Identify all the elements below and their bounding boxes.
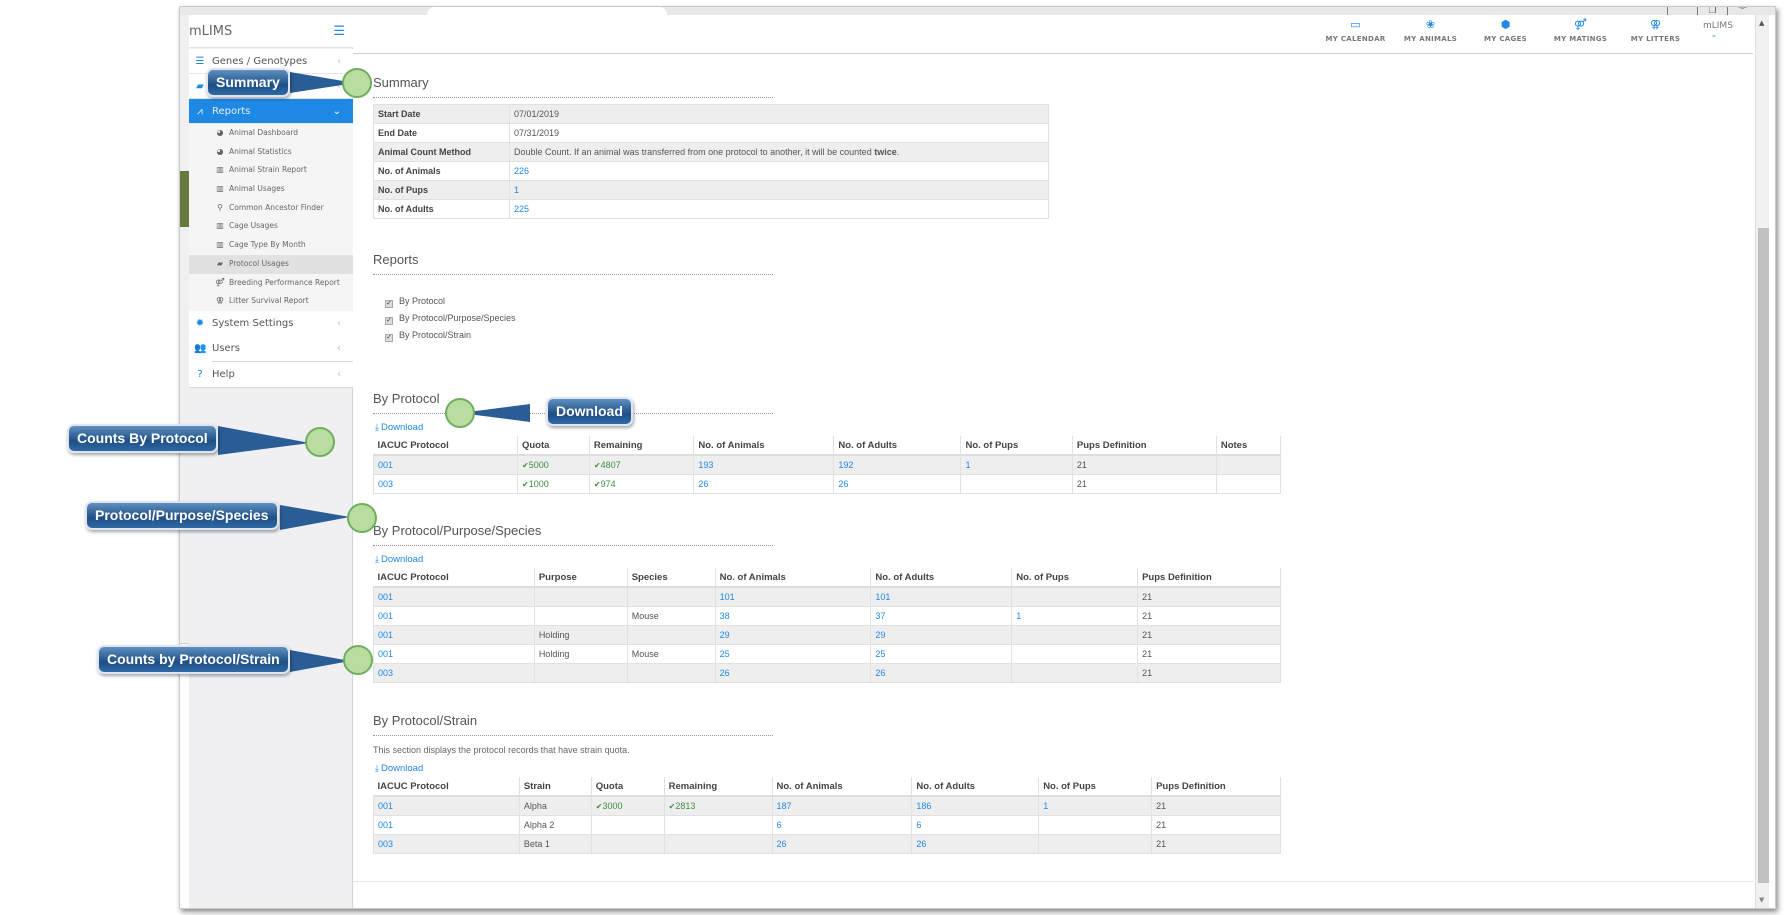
marker-purpose-species — [347, 503, 377, 533]
callout-counts-by-strain: Counts by Protocol/Strain — [97, 645, 290, 674]
pointer-purpose-species — [280, 505, 350, 530]
marker-counts-by-strain — [343, 645, 373, 675]
callout-counts-by-protocol: Counts By Protocol — [67, 424, 218, 453]
pointer-counts-by-protocol — [218, 426, 310, 455]
marker-download — [445, 398, 475, 428]
callout-summary: Summary — [206, 68, 290, 97]
pointer-counts-by-strain — [290, 650, 350, 672]
callout-purpose-species: Protocol/Purpose/Species — [85, 501, 279, 530]
callout-pointers — [218, 72, 530, 672]
callout-download: Download — [546, 397, 633, 426]
marker-summary — [342, 68, 372, 98]
marker-counts-by-protocol — [305, 427, 335, 457]
